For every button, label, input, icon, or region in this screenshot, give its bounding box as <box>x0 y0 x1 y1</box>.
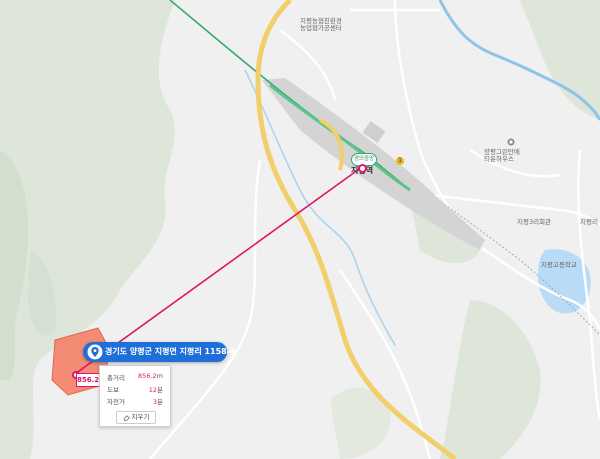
total-distance-value: 856.2m <box>138 372 163 380</box>
clear-button-label: 지우기 <box>131 413 150 421</box>
address-bubble[interactable]: 경기도 양평군 지평면 지평리 1158-4 <box>83 342 236 362</box>
walk-number: 12 <box>148 386 158 394</box>
forest-area <box>440 300 541 459</box>
total-distance-label: 총거리 <box>107 374 125 382</box>
map-canvas[interactable] <box>0 0 600 459</box>
label-agri-center: 지평농협친환경 농업협가공센터 <box>300 17 342 33</box>
total-distance-unit: m <box>156 372 163 380</box>
label-greenland-line2: 티운하우스 <box>484 155 514 164</box>
label-high-school: 지평고등학교 <box>541 261 577 269</box>
distance-info-card: 총거리 856.2m 도보 12분 자전거 3분 지우기 <box>99 365 171 427</box>
line-number-badge: 1 <box>396 157 404 165</box>
location-pin-icon <box>87 344 103 360</box>
bike-label: 자전거 <box>107 398 125 406</box>
walk-value: 12분 <box>149 384 163 394</box>
bike-time-row: 자전거 3분 <box>107 396 163 406</box>
walk-label: 도보 <box>107 386 119 394</box>
address-text: 경기도 양평군 지평면 지평리 1158-4 <box>105 347 236 356</box>
label-greenland: 양평그린만에 티운하우스 <box>484 148 520 164</box>
route-start-point[interactable] <box>358 164 367 173</box>
bike-value: 3분 <box>153 396 163 406</box>
forest-area <box>520 0 600 120</box>
total-distance-row: 총거리 856.2m <box>107 372 163 382</box>
walk-time-row: 도보 12분 <box>107 384 163 394</box>
building-icon <box>507 138 515 146</box>
walk-unit: 분 <box>157 386 163 394</box>
bike-unit: 분 <box>157 398 163 406</box>
eraser-icon <box>122 414 130 421</box>
clear-button[interactable]: 지우기 <box>116 411 156 424</box>
total-distance-number: 856.2 <box>138 372 157 380</box>
label-agri-center-line2: 농업협가공센터 <box>300 24 342 33</box>
label-community-hall: 지평3리회관 <box>517 218 552 226</box>
label-poi-suffix: 지평리 <box>580 218 598 226</box>
